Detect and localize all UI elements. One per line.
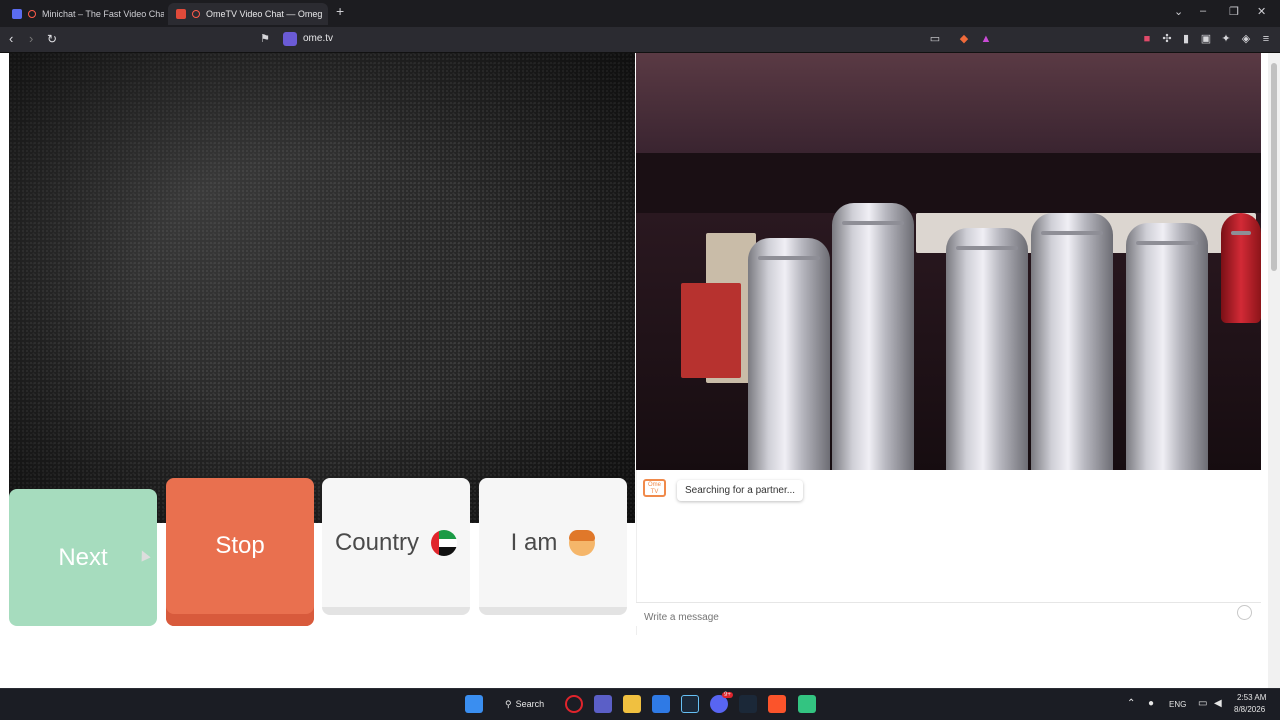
search-icon: ⚲ bbox=[505, 698, 512, 709]
vpn-icon[interactable]: ◈ bbox=[1240, 33, 1252, 45]
ometv-favicon-icon bbox=[176, 9, 186, 19]
tray-chevron-icon[interactable]: ⌃ bbox=[1127, 698, 1135, 709]
stop-button[interactable]: Stop bbox=[166, 478, 314, 626]
brave-shield-icon[interactable]: ◆ bbox=[958, 33, 970, 45]
url-field[interactable]: ome.tv bbox=[303, 33, 333, 44]
plus-icon[interactable]: + bbox=[336, 3, 344, 19]
can bbox=[1221, 213, 1261, 323]
record-extension-icon[interactable]: ■ bbox=[1141, 33, 1153, 45]
network-icon[interactable]: ▭ bbox=[1198, 698, 1207, 709]
toolbar bbox=[0, 27, 1280, 53]
leo-ai-icon[interactable]: ✦ bbox=[1220, 33, 1232, 45]
back-icon[interactable]: ‹ bbox=[9, 32, 13, 46]
cast-icon[interactable]: ▭ bbox=[929, 33, 941, 45]
country-button[interactable]: Country bbox=[322, 478, 470, 615]
message-input[interactable] bbox=[636, 602, 1261, 626]
volume-icon[interactable]: ◀ bbox=[1214, 698, 1222, 709]
search-label: Search bbox=[515, 699, 545, 709]
self-video bbox=[636, 53, 1261, 523]
steam-icon[interactable] bbox=[739, 695, 757, 713]
chevron-down-icon[interactable]: ⌄ bbox=[1174, 5, 1183, 18]
restore-icon[interactable]: ❐ bbox=[1229, 5, 1239, 18]
taskbar-search[interactable]: ⚲ Search bbox=[497, 694, 551, 714]
language-indicator[interactable]: ENG bbox=[1169, 700, 1186, 709]
discord-badge: 9+ bbox=[722, 692, 733, 698]
bookmark-icon[interactable]: ⚑ bbox=[259, 33, 271, 45]
next-button[interactable]: Next bbox=[9, 489, 157, 626]
video-vignette bbox=[9, 53, 635, 523]
tab-minichat[interactable]: Minichat – The Fast Video Chat bbox=[4, 3, 164, 25]
boy-emoji-icon bbox=[569, 529, 596, 556]
shelf bbox=[636, 153, 1261, 213]
recording-icon bbox=[28, 10, 36, 18]
recording-icon bbox=[192, 10, 200, 18]
microphone-icon[interactable]: ● bbox=[1148, 698, 1154, 709]
brave-icon[interactable] bbox=[768, 695, 786, 713]
reload-icon[interactable]: ↻ bbox=[47, 32, 57, 46]
opera-icon[interactable] bbox=[565, 695, 583, 713]
gender-button[interactable]: I am bbox=[479, 478, 627, 615]
iam-label: I am bbox=[510, 528, 558, 556]
brave-rewards-icon[interactable]: ▲ bbox=[980, 33, 992, 45]
tab-ometv[interactable]: OmeTV Video Chat — Omeg ✕ bbox=[168, 3, 328, 25]
tab-title: OmeTV Video Chat — Omeg bbox=[206, 9, 323, 19]
wallet-icon[interactable]: ▣ bbox=[1200, 33, 1212, 45]
file-explorer-icon[interactable] bbox=[623, 695, 641, 713]
extensions-icon[interactable]: ✣ bbox=[1161, 33, 1173, 45]
steam-icon[interactable] bbox=[681, 695, 699, 713]
site-info-icon[interactable] bbox=[283, 32, 297, 46]
partner-video bbox=[9, 53, 635, 523]
country-label: Country bbox=[334, 528, 420, 556]
mail-icon[interactable] bbox=[652, 695, 670, 713]
menu-icon[interactable]: ≡ bbox=[1260, 33, 1272, 45]
next-label: Next bbox=[58, 543, 108, 571]
clock-time[interactable]: 2:53 AM bbox=[1237, 693, 1266, 702]
ometv-logo: Ome TV bbox=[643, 479, 666, 497]
stop-label: Stop bbox=[215, 532, 265, 559]
emoji-icon[interactable] bbox=[1237, 605, 1252, 620]
forward-icon[interactable]: › bbox=[29, 32, 33, 46]
background-wall bbox=[636, 53, 1261, 153]
ae-flag-icon bbox=[431, 529, 458, 556]
scrollbar-thumb[interactable] bbox=[1271, 63, 1277, 271]
status-message: Searching for a partner... bbox=[677, 480, 804, 501]
app-icon[interactable] bbox=[798, 695, 816, 713]
teams-icon[interactable] bbox=[594, 695, 612, 713]
minimize-icon[interactable]: – bbox=[1200, 5, 1206, 17]
clock-date[interactable]: 8/8/2026 bbox=[1234, 705, 1265, 714]
close-icon[interactable]: ✕ bbox=[1257, 5, 1266, 18]
windows-start-icon[interactable] bbox=[465, 695, 483, 713]
tab-title: Minichat – The Fast Video Chat bbox=[42, 9, 164, 19]
figure-box bbox=[681, 283, 741, 378]
sidebar-icon[interactable]: ▮ bbox=[1180, 33, 1192, 45]
minichat-favicon-icon bbox=[12, 9, 22, 19]
